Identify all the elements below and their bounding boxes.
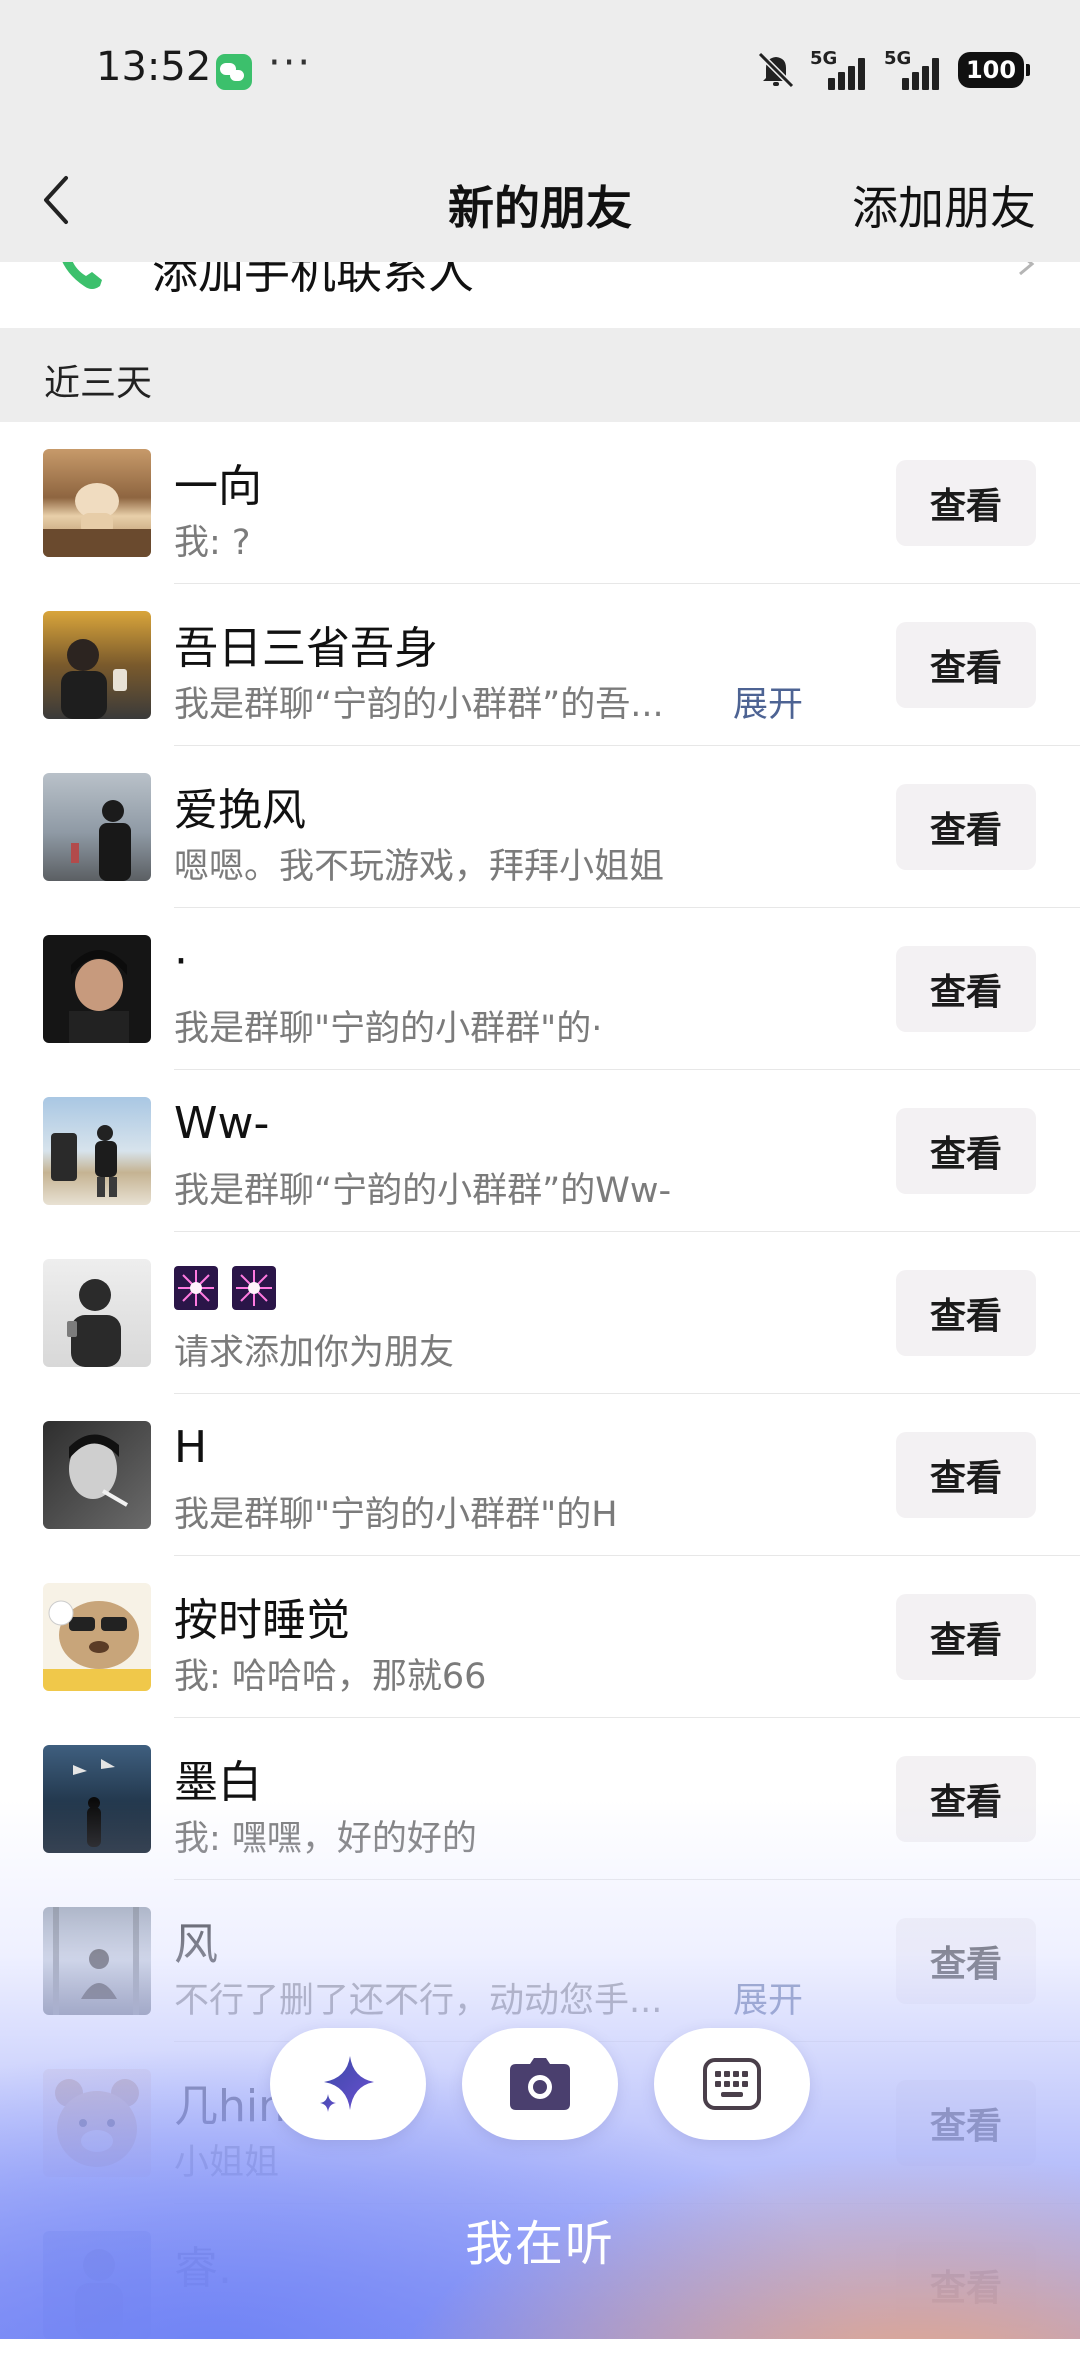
sparkle-emoji-icon <box>174 1266 218 1310</box>
expand-link[interactable]: 展开 <box>733 1972 803 2023</box>
avatar <box>43 1745 151 1853</box>
friend-message: 我: ? <box>174 523 251 563</box>
view-button[interactable]: 查看 <box>896 1108 1036 1194</box>
camera-icon <box>510 2058 570 2110</box>
wechat-notification-icon <box>216 54 252 90</box>
avatar <box>43 773 151 881</box>
friend-name: 按时睡觉 <box>174 1595 350 1646</box>
list-item[interactable]: 按时睡觉 我: 哈哈哈，那就66 查看 <box>0 1556 1080 1718</box>
avatar <box>43 2069 151 2177</box>
friend-message: 我: 哈哈哈，那就66 <box>174 1657 487 1697</box>
friend-message: 我是群聊“宁韵的小群群”的吾... <box>174 685 664 725</box>
friend-message: 请求添加你为朋友 <box>174 1333 455 1373</box>
avatar <box>43 1097 151 1205</box>
friend-name: · <box>174 936 188 987</box>
friend-message: 我是群聊"宁韵的小群群"的· <box>174 1009 603 1049</box>
list-item[interactable]: H 我是群聊"宁韵的小群群"的H 查看 <box>0 1394 1080 1556</box>
view-button[interactable]: 查看 <box>896 1594 1036 1680</box>
sparkle-emoji-icon <box>232 1266 276 1310</box>
gesture-bar <box>0 2339 1080 2351</box>
section-header: 近三天 <box>0 328 1080 422</box>
sparkle-icon <box>320 2056 374 2112</box>
list-item[interactable]: 请求添加你为朋友 查看 <box>0 1232 1080 1394</box>
friend-name: 爱挽风 <box>174 785 306 836</box>
friend-name: Ww- <box>174 1098 270 1149</box>
view-button[interactable]: 查看 <box>896 1918 1036 2004</box>
view-button[interactable]: 查看 <box>896 1432 1036 1518</box>
view-button[interactable]: 查看 <box>896 622 1036 708</box>
list-item[interactable]: 风 不行了删了还不行，动动您手... 展开 查看 <box>0 1880 1080 2042</box>
friend-message: 我是群聊“宁韵的小群群”的Ww- <box>174 1171 672 1211</box>
list-item[interactable]: 爱挽风 嗯嗯。我不玩游戏，拜拜小姐姐 查看 <box>0 746 1080 908</box>
friend-message: 小姐姐 <box>174 2143 280 2183</box>
list-item[interactable]: 一向 我: ? 查看 <box>0 422 1080 584</box>
list-item[interactable]: · 我是群聊"宁韵的小群群"的· 查看 <box>0 908 1080 1070</box>
avatar <box>43 449 151 557</box>
section-header-label: 近三天 <box>44 363 153 404</box>
ai-assistant-button[interactable] <box>270 2028 426 2140</box>
avatar <box>43 1907 151 2015</box>
status-time: 13:52 <box>96 44 212 90</box>
friend-name: H <box>174 1422 208 1473</box>
avatar <box>43 611 151 719</box>
friend-name <box>174 1260 290 1311</box>
list-item[interactable]: 吾日三省吾身 我是群聊“宁韵的小群群”的吾... 展开 查看 <box>0 584 1080 746</box>
view-button[interactable]: 查看 <box>896 1756 1036 1842</box>
avatar <box>43 1259 151 1367</box>
listening-status: 我在听 <box>464 2216 615 2272</box>
list-item[interactable]: Ww- 我是群聊“宁韵的小群群”的Ww- 查看 <box>0 1070 1080 1232</box>
camera-button[interactable] <box>462 2028 618 2140</box>
signal-icon-2: 5G <box>884 48 946 90</box>
view-button[interactable]: 查看 <box>896 2080 1036 2166</box>
list-item[interactable]: 墨白 我: 嘿嘿，好的好的 查看 <box>0 1718 1080 1880</box>
view-button[interactable]: 查看 <box>896 784 1036 870</box>
view-button[interactable]: 查看 <box>896 946 1036 1032</box>
keyboard-button[interactable] <box>654 2028 810 2140</box>
nav-bar: 新的朋友 添加朋友 <box>0 140 1080 262</box>
view-button[interactable]: 查看 <box>896 460 1036 546</box>
keyboard-icon <box>703 2058 761 2110</box>
friend-message: 我: 嘿嘿，好的好的 <box>174 1819 477 1859</box>
battery-icon: 100 <box>958 52 1030 88</box>
status-icons: 5G 5G 100 <box>754 48 1030 92</box>
more-notifications-indicator: ··· <box>268 40 313 86</box>
expand-link[interactable]: 展开 <box>733 676 803 727</box>
friend-name: 一向 <box>174 461 262 512</box>
friend-message: 嗯嗯。我不玩游戏，拜拜小姐姐 <box>174 847 665 887</box>
friend-name: 墨白 <box>174 1757 262 1808</box>
friend-message: 不行了删了还不行，动动您手... <box>174 1981 663 2021</box>
add-friends-button[interactable]: 添加朋友 <box>852 172 1036 238</box>
avatar <box>43 935 151 1043</box>
signal-icon-1: 5G <box>810 48 872 90</box>
avatar <box>43 1583 151 1691</box>
friend-name: 风 <box>174 1919 218 1970</box>
mute-icon <box>757 51 795 89</box>
status-bar: 13:52 ··· 5G 5G 100 <box>0 0 1080 140</box>
friend-name: 吾日三省吾身 <box>174 623 438 674</box>
avatar <box>43 1421 151 1529</box>
view-button[interactable]: 查看 <box>896 1270 1036 1356</box>
friend-message: 我是群聊"宁韵的小群群"的H <box>174 1495 618 1535</box>
